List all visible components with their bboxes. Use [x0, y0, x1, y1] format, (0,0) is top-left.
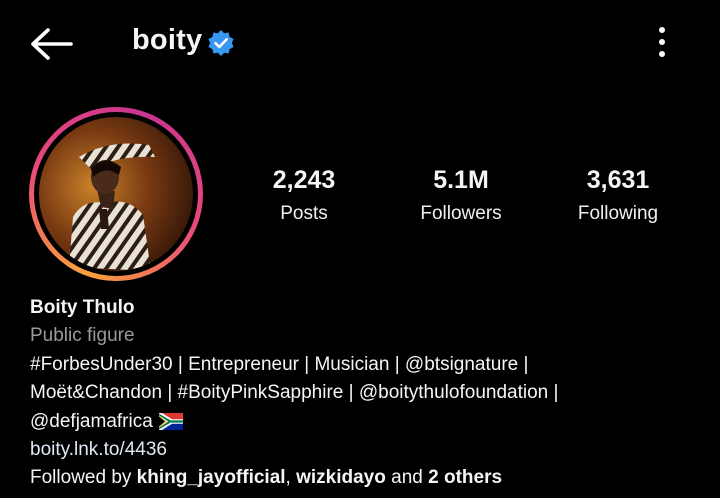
stat-following[interactable]: 3,631 Following — [543, 166, 693, 225]
profile-username: boity — [132, 24, 203, 56]
south-africa-flag-icon — [158, 412, 183, 430]
followed-and: and — [385, 467, 429, 489]
stat-followers[interactable]: 5.1M Followers — [386, 166, 536, 225]
followed-user-2: wizkidayo — [296, 467, 386, 489]
bio-line-2: Moët&Chandon | #BoityPinkSapphire | @boi… — [30, 382, 559, 404]
profile-bio: Boity Thulo Public figure #ForbesUnder30… — [30, 294, 710, 493]
top-bar: boity — [0, 0, 720, 86]
followers-label: Followers — [420, 203, 502, 224]
posts-label: Posts — [280, 203, 328, 224]
bio-line-3: @defjamafrica — [30, 408, 710, 436]
following-count: 3,631 — [586, 166, 650, 194]
followed-by-prefix: Followed by — [30, 467, 137, 489]
followed-others: 2 others — [428, 467, 503, 489]
bio-link[interactable]: boity.lnk.to/4436 — [30, 436, 710, 464]
more-vertical-icon[interactable] — [648, 24, 676, 60]
followed-by[interactable]: Followed by khing_jayofficial, wizkidayo… — [30, 464, 710, 492]
avatar-border — [34, 112, 198, 276]
followed-separator: , — [285, 467, 297, 489]
bio-line-1: #ForbesUnder30 | Entrepreneur | Musician… — [30, 353, 529, 375]
stat-posts[interactable]: 2,243 Posts — [229, 166, 379, 225]
category-label: Public figure — [30, 325, 135, 347]
verified-badge-icon — [208, 30, 234, 56]
profile-photo — [39, 117, 193, 271]
story-ring[interactable] — [29, 107, 203, 281]
followers-count: 5.1M — [433, 166, 489, 194]
posts-count: 2,243 — [272, 166, 336, 194]
avatar[interactable] — [39, 117, 193, 271]
arrow-left-icon[interactable] — [28, 26, 74, 62]
following-label: Following — [577, 203, 659, 224]
full-name: Boity Thulo — [30, 297, 135, 318]
followed-user-1: khing_jayofficial — [136, 467, 286, 489]
bio-mention-defjamafrica[interactable]: @defjamafrica — [30, 411, 153, 432]
